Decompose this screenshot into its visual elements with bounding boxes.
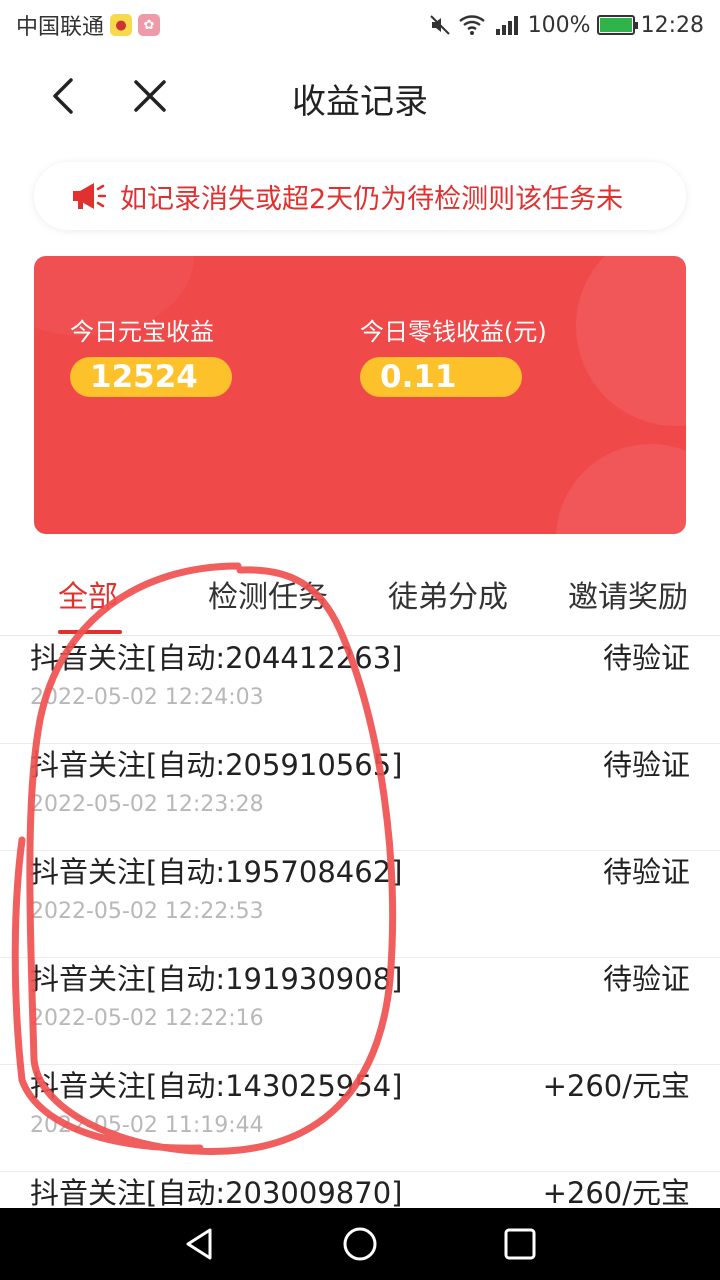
huawei-notification-icon: ✿ xyxy=(138,14,161,36)
square-recents-icon xyxy=(504,1228,536,1260)
list-item[interactable]: 抖音关注[自动:203009870] +260/元宝 xyxy=(0,1172,720,1208)
signal-icon xyxy=(495,16,518,35)
battery-percent: 100% xyxy=(527,12,591,38)
record-list[interactable]: 抖音关注[自动:204412263] 2022-05-02 12:24:03 待… xyxy=(0,637,720,1208)
card-decoration xyxy=(576,256,686,426)
record-title: 抖音关注[自动:204412263] xyxy=(30,641,403,675)
card-decoration xyxy=(556,444,686,534)
change-label: 今日零钱收益(元) xyxy=(360,318,547,346)
yuanbao-earnings: 今日元宝收益 12524 xyxy=(70,312,232,397)
system-nav-bar xyxy=(0,1208,720,1280)
tab-apprentice-share[interactable]: 徒弟分成 xyxy=(388,572,508,616)
list-item[interactable]: 抖音关注[自动:191930908] 2022-05-02 12:22:16 待… xyxy=(0,958,720,1065)
nav-recents-button[interactable] xyxy=(500,1224,540,1264)
record-title: 抖音关注[自动:203009870] xyxy=(30,1176,403,1208)
clock: 12:28 xyxy=(640,12,704,38)
triangle-back-icon xyxy=(186,1228,212,1260)
page-title: 收益记录 xyxy=(292,82,428,122)
change-value: 0.11 xyxy=(360,357,522,397)
record-title: 抖音关注[自动:191930908] xyxy=(30,962,403,996)
record-time: 2022-05-02 12:23:28 xyxy=(30,792,264,817)
list-item[interactable]: 抖音关注[自动:205910565] 2022-05-02 12:23:28 待… xyxy=(0,744,720,851)
tab-invite-reward[interactable]: 邀请奖励 xyxy=(568,572,688,616)
app-notification-icon: ● xyxy=(110,14,133,36)
record-status: 待验证 xyxy=(602,962,690,996)
list-item[interactable]: 抖音关注[自动:195708462] 2022-05-02 12:22:53 待… xyxy=(0,851,720,958)
record-time: 2022-05-02 12:22:16 xyxy=(30,1006,264,1031)
record-status: 待验证 xyxy=(602,641,690,675)
wifi-icon xyxy=(458,15,485,35)
nav-back-button[interactable] xyxy=(180,1224,220,1264)
change-earnings: 今日零钱收益(元) 0.11 xyxy=(360,312,547,397)
active-tab-indicator xyxy=(58,630,122,634)
record-status: +260/元宝 xyxy=(542,1069,690,1103)
record-title: 抖音关注[自动:195708462] xyxy=(30,855,403,889)
record-time: 2022-05-02 12:24:03 xyxy=(30,685,264,710)
record-status: 待验证 xyxy=(602,855,690,889)
yuanbao-value: 12524 xyxy=(70,357,232,397)
list-item[interactable]: 抖音关注[自动:143025954] 2022-05-02 11:19:44 +… xyxy=(0,1065,720,1172)
list-item[interactable]: 抖音关注[自动:204412263] 2022-05-02 12:24:03 待… xyxy=(0,637,720,744)
megaphone-icon xyxy=(73,183,106,209)
record-tabs: 全部 检测任务 徒弟分成 邀请奖励 xyxy=(0,568,720,636)
nav-home-button[interactable] xyxy=(340,1224,380,1264)
record-title: 抖音关注[自动:143025954] xyxy=(30,1069,403,1103)
record-title: 抖音关注[自动:205910565] xyxy=(30,748,403,782)
header: 收益记录 xyxy=(0,50,720,142)
circle-home-icon xyxy=(343,1227,377,1261)
status-bar: 中国联通 ● ✿ 100% 12:28 xyxy=(0,0,720,50)
carrier-name: 中国联通 xyxy=(16,15,105,40)
record-status: +260/元宝 xyxy=(542,1176,690,1208)
notice-text: 如记录消失或超2天仍为待检测则该任务未 xyxy=(120,183,624,215)
record-time: 2022-05-02 11:19:44 xyxy=(30,1113,264,1138)
yuanbao-label: 今日元宝收益 xyxy=(70,318,214,346)
tab-check-tasks[interactable]: 检测任务 xyxy=(208,572,328,616)
record-time: 2022-05-02 12:22:53 xyxy=(30,899,264,924)
tab-all[interactable]: 全部 xyxy=(58,572,118,616)
notice-banner: 如记录消失或超2天仍为待检测则该任务未 xyxy=(34,162,686,230)
record-status: 待验证 xyxy=(602,748,690,782)
mute-icon xyxy=(429,15,450,35)
earnings-card: 今日元宝收益 12524 今日零钱收益(元) 0.11 xyxy=(34,256,686,534)
battery-icon xyxy=(596,15,638,35)
